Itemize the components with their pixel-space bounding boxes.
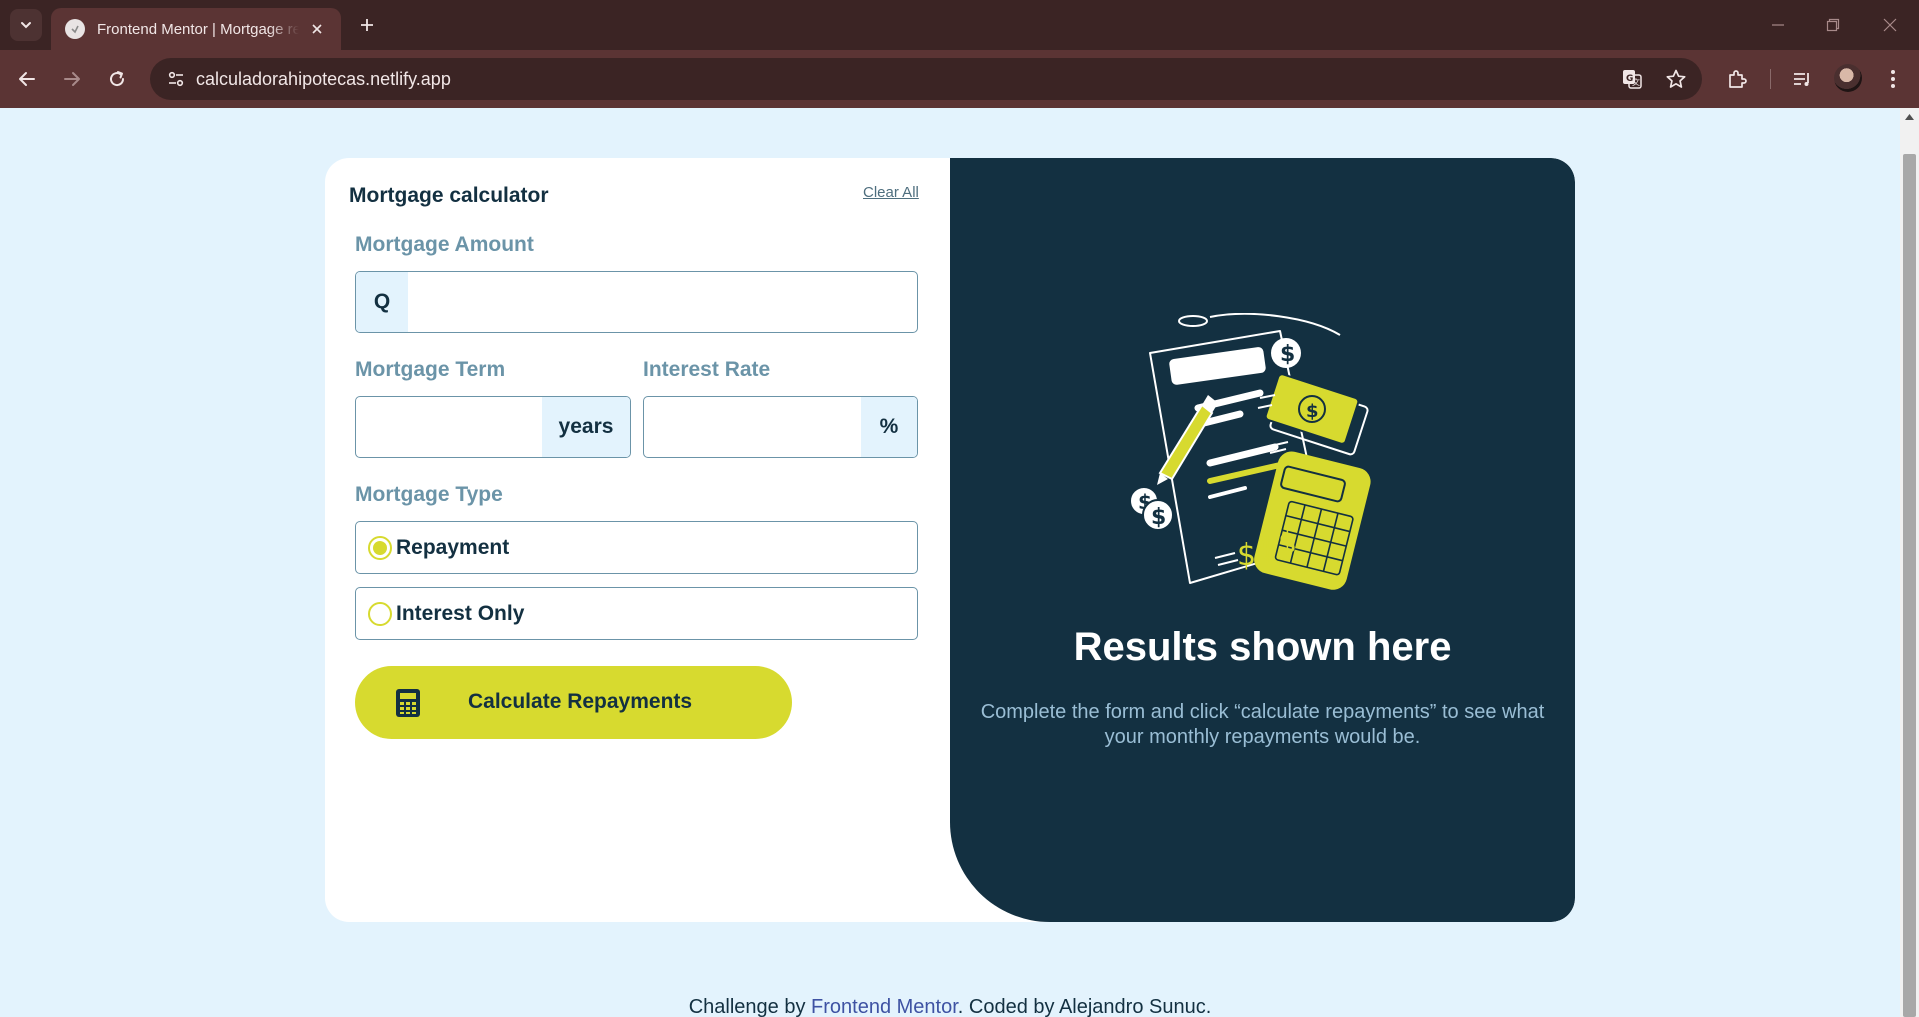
media-control-icon[interactable] — [1785, 62, 1819, 96]
empty-results-illustration: $ $ $ $ $ $ $ — [1129, 313, 1371, 590]
svg-text:文: 文 — [1632, 77, 1640, 87]
currency-prefix: Q — [356, 272, 408, 332]
mortgage-term-field: years — [355, 396, 631, 458]
reload-icon[interactable] — [100, 62, 134, 96]
favicon-icon — [65, 19, 85, 39]
tab-title: Frontend Mentor | Mortgage repayment cal… — [97, 20, 299, 38]
tab-search-button[interactable] — [10, 9, 42, 41]
radio-button[interactable] — [368, 601, 392, 626]
footer-prefix: Challenge by — [688, 996, 812, 1017]
close-window-icon[interactable] — [1872, 10, 1908, 40]
form-title: Mortgage calculator — [349, 184, 549, 207]
svg-text:$: $ — [1278, 526, 1297, 561]
scrollbar-thumb[interactable] — [1903, 154, 1916, 1017]
calculator-icon — [396, 689, 420, 717]
svg-text:$: $ — [1151, 505, 1166, 530]
svg-text:$: $ — [1237, 538, 1256, 573]
svg-text:$: $ — [1258, 532, 1277, 567]
mortgage-term-input[interactable] — [356, 397, 542, 457]
calculator-card: Mortgage calculator Clear All Mortgage A… — [325, 158, 1575, 922]
toolbar-separator — [1770, 69, 1771, 89]
attribution-footer: Challenge by Frontend Mentor. Coded by A… — [0, 996, 1900, 1017]
new-tab-plus-icon[interactable] — [352, 10, 382, 40]
mortgage-amount-input[interactable] — [408, 272, 917, 332]
footer-suffix: . Coded by Alejandro Sunuc. — [957, 996, 1212, 1017]
browser-tab[interactable]: Frontend Mentor | Mortgage repayment cal… — [51, 8, 341, 50]
interest-rate-input[interactable] — [644, 397, 861, 457]
results-panel: $ $ $ $ $ $ $ Results shown here Complet… — [950, 158, 1575, 922]
mortgage-amount-field: Q — [355, 271, 918, 333]
address-bar[interactable]: calculadorahipotecas.netlify.app G文 — [150, 58, 1702, 100]
mortgage-term-label: Mortgage Term — [355, 358, 506, 381]
results-title: Results shown here — [1073, 625, 1452, 669]
term-suffix: years — [542, 397, 630, 457]
svg-text:$: $ — [1280, 342, 1295, 367]
back-arrow-icon[interactable] — [10, 62, 44, 96]
calculate-button-label: Calculate Repayments — [468, 690, 693, 713]
results-description: Complete the form and click “calculate r… — [980, 701, 1545, 748]
more-menu-icon[interactable] — [1876, 62, 1910, 96]
chevron-down-icon — [21, 22, 31, 29]
extensions-puzzle-icon[interactable] — [1720, 62, 1754, 96]
bookmark-star-icon[interactable] — [1662, 65, 1690, 93]
page-scrollbar[interactable] — [1900, 108, 1919, 1017]
translate-icon[interactable]: G文 — [1618, 65, 1646, 93]
radio-label-repayment: Repayment — [396, 535, 510, 559]
radio-option-repayment[interactable]: Repayment — [355, 521, 918, 574]
site-settings-icon[interactable] — [160, 63, 192, 95]
scroll-up-arrow-icon[interactable] — [1900, 110, 1919, 124]
tab-close-icon[interactable] — [307, 19, 327, 39]
minimize-icon[interactable] — [1760, 10, 1796, 40]
browser-tab-bar: Frontend Mentor | Mortgage repayment cal… — [0, 0, 1919, 50]
browser-toolbar: calculadorahipotecas.netlify.app G文 — [0, 50, 1919, 108]
interest-rate-label: Interest Rate — [643, 358, 771, 381]
profile-avatar[interactable] — [1834, 64, 1862, 92]
frontend-mentor-link[interactable]: Frontend Mentor — [811, 996, 958, 1017]
radio-label-interest-only: Interest Only — [396, 601, 525, 625]
clear-all-link[interactable]: Clear All — [863, 184, 919, 201]
mortgage-amount-label: Mortgage Amount — [355, 233, 534, 256]
svg-text:$: $ — [1306, 401, 1319, 422]
rate-suffix: % — [861, 397, 917, 457]
radio-option-interest-only[interactable]: Interest Only — [355, 587, 918, 640]
url-text: calculadorahipotecas.netlify.app — [196, 69, 451, 89]
interest-rate-field: % — [643, 396, 918, 458]
radio-button[interactable] — [368, 535, 392, 560]
restore-icon[interactable] — [1815, 10, 1851, 40]
forward-arrow-icon[interactable] — [55, 62, 89, 96]
mortgage-type-label: Mortgage Type — [355, 483, 503, 506]
mortgage-form: Mortgage calculator Clear All Mortgage A… — [325, 158, 950, 922]
radio-selected-dot — [373, 540, 387, 555]
calculate-repayments-button[interactable]: Calculate Repayments — [355, 666, 792, 739]
